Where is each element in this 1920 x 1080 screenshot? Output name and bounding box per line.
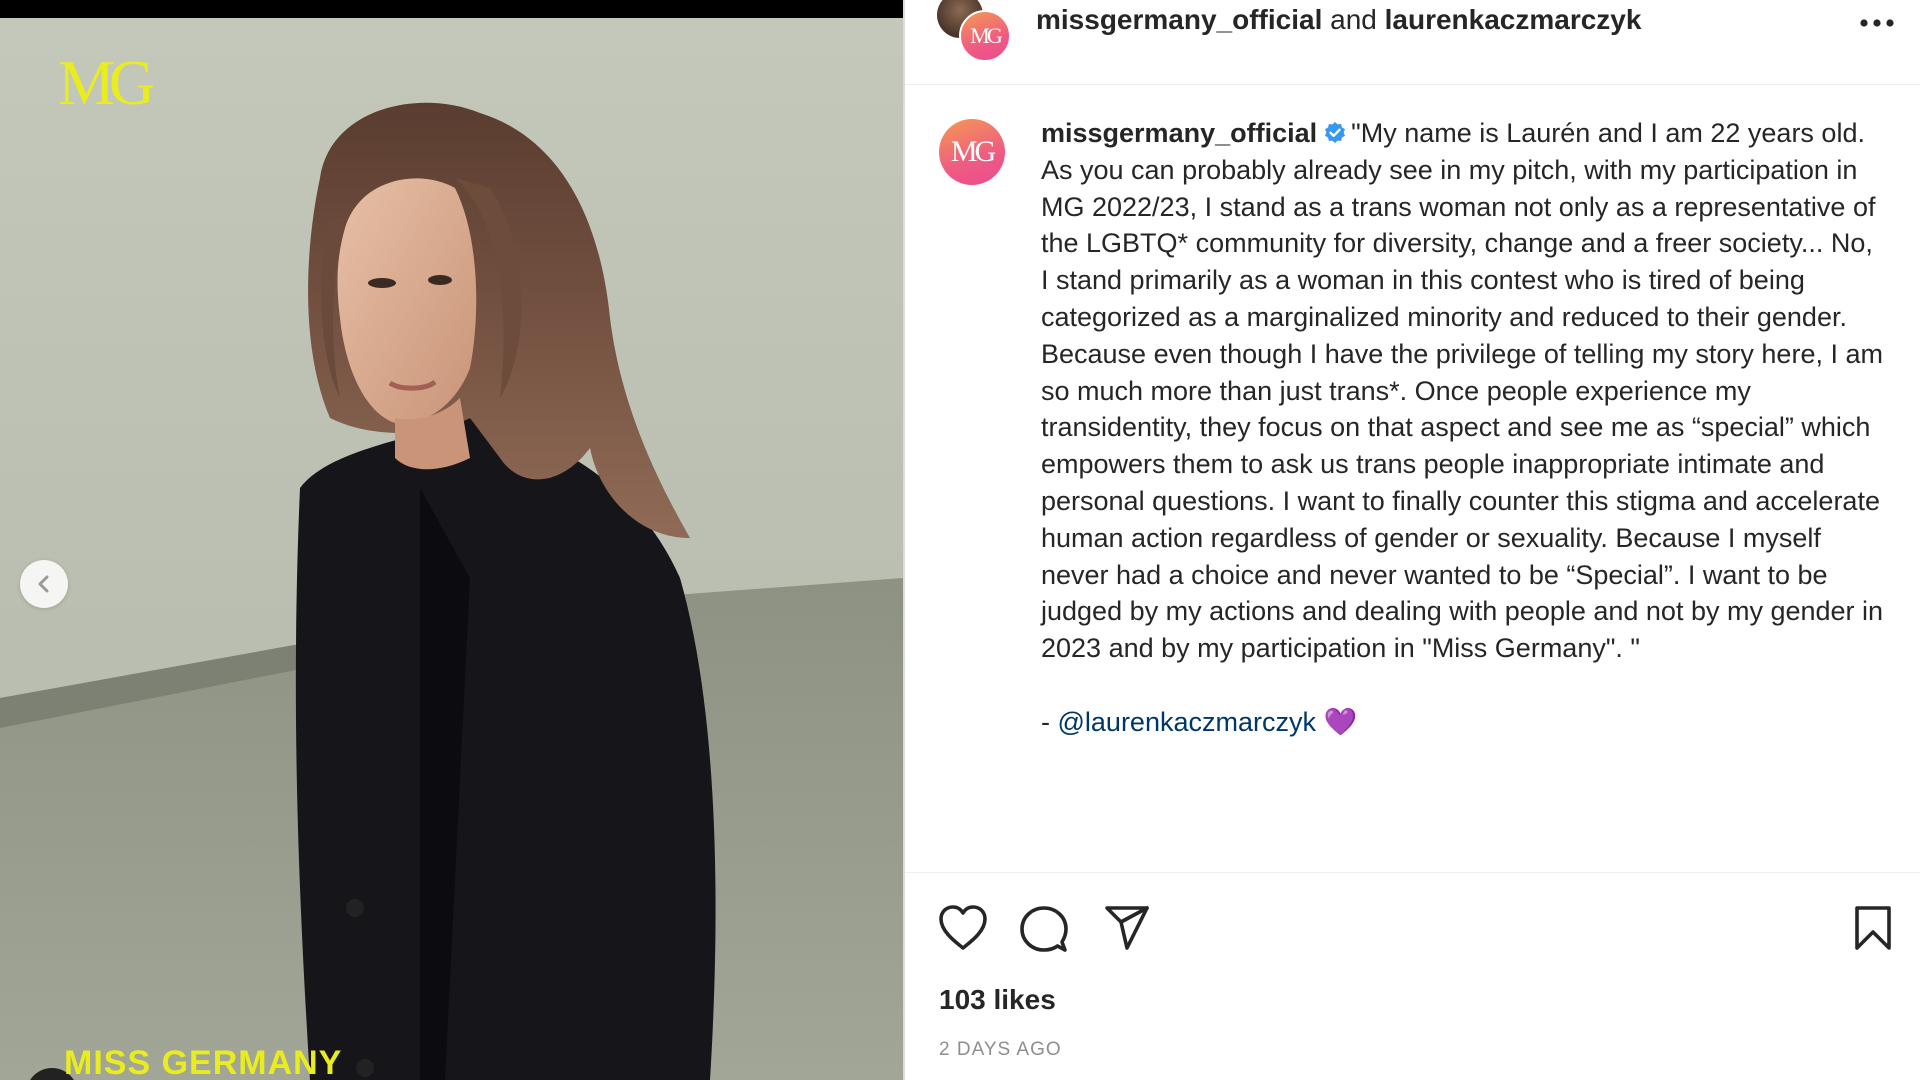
bookmark-icon[interactable] (1853, 904, 1893, 952)
post-header: MG missgermany_official and laurenkaczma… (905, 0, 1920, 85)
comments-section[interactable]: MG missgermany_official "My name is Lauré… (905, 85, 1920, 872)
more-horizontal-icon (1860, 19, 1894, 27)
post-media: MG MISS GERMANY (0, 0, 903, 1080)
brand-logo: MG (58, 47, 155, 118)
collab-avatars[interactable]: MG (937, 0, 1017, 62)
caption-text: "My name is Laurén and I am 22 years old… (1041, 118, 1884, 664)
post-timestamp[interactable]: 2 DAYS AGO (939, 1039, 1062, 1061)
avatar-logo: MG (970, 23, 1003, 48)
post-caption: missgermany_official "My name is Laurén a… (1041, 115, 1886, 741)
caption-username[interactable]: missgermany_official (1041, 118, 1317, 148)
post-photo: MG (0, 18, 903, 1080)
avatar-logo: MG (950, 135, 996, 168)
caption-signoff: - (1041, 706, 1058, 737)
account-link-secondary[interactable]: laurenkaczmarczyk (1385, 4, 1642, 35)
mention-link[interactable]: @laurenkaczmarczyk (1058, 707, 1316, 737)
account-link-primary[interactable]: missgermany_official (1036, 4, 1322, 35)
paper-plane-icon[interactable] (1103, 904, 1151, 952)
photo-scene (0, 102, 903, 1080)
heart-icon[interactable] (937, 904, 989, 952)
brand-text: MISS GERMANY (64, 1044, 343, 1080)
comment-icon[interactable] (1019, 904, 1069, 954)
verified-badge-icon (1325, 122, 1346, 143)
avatar-primary: MG (959, 10, 1011, 62)
chevron-left-icon (38, 575, 49, 593)
actions-divider (905, 872, 1920, 873)
previous-slide-button[interactable] (20, 560, 68, 608)
more-options-button[interactable] (1856, 6, 1898, 40)
likes-count[interactable]: 103 likes (939, 984, 1056, 1016)
heart-emoji: 💜 (1323, 706, 1358, 737)
account-joiner: and (1330, 4, 1377, 35)
caption-avatar[interactable]: MG (939, 119, 1005, 185)
header-accounts: missgermany_official and laurenkaczmarcz… (1036, 4, 1641, 36)
